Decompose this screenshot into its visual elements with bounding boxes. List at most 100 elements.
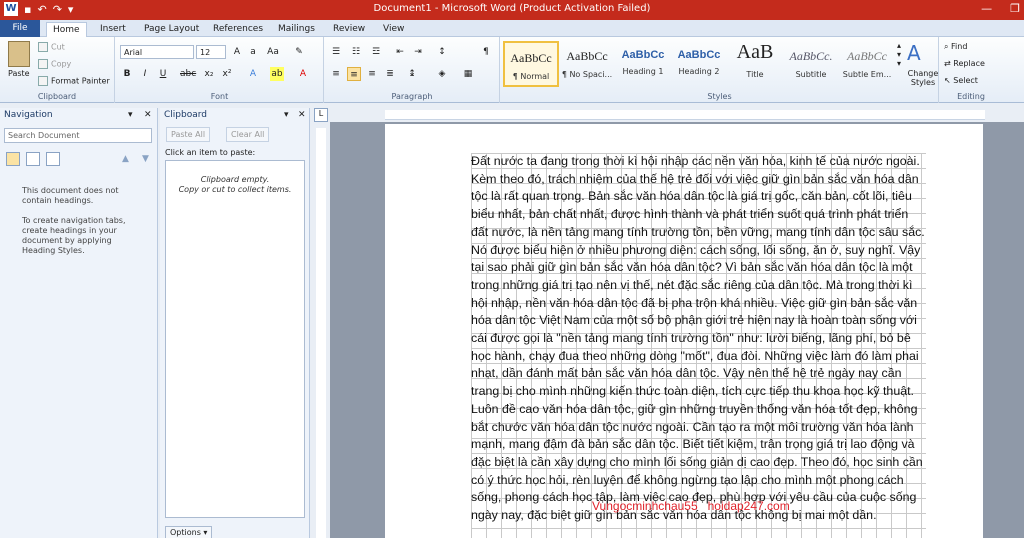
pages-view-icon[interactable] xyxy=(26,152,40,166)
tab-file[interactable]: File xyxy=(0,20,40,37)
italic-button[interactable]: I xyxy=(138,67,152,81)
paste-button[interactable]: Paste xyxy=(8,69,30,78)
font-size-box[interactable]: 12 xyxy=(196,45,226,59)
subscript-button[interactable]: x₂ xyxy=(202,67,216,81)
clipboard-group: Paste Cut Copy Format Painter Clipboard xyxy=(0,37,115,103)
show-marks-button[interactable]: ¶ xyxy=(479,45,493,59)
increase-indent-button[interactable]: ⇥ xyxy=(411,45,425,59)
align-left-button[interactable]: ≡ xyxy=(329,67,343,81)
style-no-spacing[interactable]: AaBbCc ¶ No Spaci... xyxy=(559,41,615,87)
line-spacing-button[interactable]: ↨ xyxy=(405,67,419,81)
style-sample: AaBbCc xyxy=(566,49,608,63)
close-icon[interactable]: ✕ xyxy=(298,110,306,120)
font-color-button[interactable]: A xyxy=(296,67,310,81)
options-button[interactable]: Options ▾ xyxy=(165,526,213,538)
style-heading-2[interactable]: AaBbCc Heading 2 xyxy=(671,41,727,87)
style-name: Title xyxy=(746,70,764,79)
align-right-button[interactable]: ≡ xyxy=(365,67,379,81)
clear-formatting-button[interactable]: ✎ xyxy=(292,45,306,59)
navigation-view-tabs xyxy=(6,152,60,166)
close-icon[interactable]: ✕ xyxy=(144,110,152,120)
clear-all-button[interactable]: Clear All xyxy=(226,127,270,142)
tab-page-layout[interactable]: Page Layout xyxy=(138,22,205,37)
select-button[interactable]: ↖ Select xyxy=(944,76,978,85)
window-title: Document1 - Microsoft Word (Product Acti… xyxy=(373,3,651,14)
change-styles-icon[interactable]: A xyxy=(907,41,921,65)
change-styles-button[interactable]: Change Styles xyxy=(906,69,940,87)
click-to-paste-label: Click an item to paste: xyxy=(165,148,256,157)
minimize-button[interactable]: — xyxy=(981,2,992,15)
tab-mailings[interactable]: Mailings xyxy=(272,22,321,37)
cut-label: Cut xyxy=(51,42,65,52)
find-label: Find xyxy=(951,42,968,51)
bullets-button[interactable]: ☰ xyxy=(329,45,343,59)
headings-view-icon[interactable] xyxy=(6,152,20,166)
style-title[interactable]: AaB Title xyxy=(727,41,783,87)
format-painter-button[interactable]: Format Painter xyxy=(38,76,110,86)
underline-button[interactable]: U xyxy=(156,67,170,81)
replace-button[interactable]: ⇄ Replace xyxy=(944,59,985,68)
font-name-box[interactable]: Arial xyxy=(120,45,194,59)
headings-help-message: To create navigation tabs, create headin… xyxy=(22,216,126,255)
watermark-text: Vungocminhchau55 hoidap247.com xyxy=(592,499,790,513)
find-button[interactable]: ⌕ Find xyxy=(944,42,967,52)
justify-button[interactable]: ≣ xyxy=(383,67,397,81)
style-sample: AaBbCc xyxy=(621,49,665,61)
paste-icon[interactable] xyxy=(8,41,30,67)
tab-insert[interactable]: Insert xyxy=(94,22,132,37)
brush-icon xyxy=(38,76,48,86)
restore-button[interactable]: ❐ xyxy=(1010,2,1020,15)
clipboard-pane: Clipboard ▾ ✕ Paste All Clear All Click … xyxy=(160,108,310,538)
window-controls: — ❐ xyxy=(981,2,1020,15)
style-name: Heading 1 xyxy=(622,67,664,76)
format-painter-label: Format Painter xyxy=(51,76,110,86)
scissors-icon xyxy=(38,42,48,52)
shading-button[interactable]: ◈ xyxy=(435,67,449,81)
previous-icon[interactable]: ▲ xyxy=(122,154,129,164)
grow-font-button[interactable]: A xyxy=(230,45,244,59)
font-group-label: Font xyxy=(210,92,229,101)
copy-icon xyxy=(38,59,48,69)
bold-button[interactable]: B xyxy=(120,67,134,81)
search-input[interactable]: Search Document xyxy=(4,128,152,143)
cut-button[interactable]: Cut xyxy=(38,42,65,52)
tab-review[interactable]: Review xyxy=(327,22,371,37)
tab-home[interactable]: Home xyxy=(46,22,87,37)
style-normal[interactable]: AaBbCc ¶ Normal xyxy=(503,41,559,87)
align-center-button[interactable]: ≡ xyxy=(347,67,361,81)
styles-gallery-scroll[interactable]: ▴ ▾ ▾ xyxy=(897,41,901,68)
borders-button[interactable]: ▦ xyxy=(461,67,475,81)
tab-view[interactable]: View xyxy=(377,22,410,37)
style-subtitle[interactable]: AaBbCc. Subtitle xyxy=(783,41,839,87)
document-body-text[interactable]: Đất nước ta đang trong thời kì hội nhập … xyxy=(471,153,928,525)
ruler-tab-selector[interactable]: L xyxy=(314,108,328,122)
style-name: ¶ No Spaci... xyxy=(561,70,613,79)
style-heading-1[interactable]: AaBbCc Heading 1 xyxy=(615,41,671,87)
style-name: ¶ Normal xyxy=(512,72,550,81)
pane-menu-icon[interactable]: ▾ xyxy=(284,110,289,120)
vertical-ruler[interactable] xyxy=(316,128,326,538)
numbering-button[interactable]: ☷ xyxy=(349,45,363,59)
sort-button[interactable]: ↕ xyxy=(435,45,449,59)
editing-group: ⌕ Find ⇄ Replace ↖ Select Editing xyxy=(940,37,1002,103)
strikethrough-button[interactable]: abc xyxy=(180,67,196,81)
clipboard-empty-message: Clipboard empty. Copy or cut to collect … xyxy=(166,175,304,195)
decrease-indent-button[interactable]: ⇤ xyxy=(393,45,407,59)
shrink-font-button[interactable]: a xyxy=(246,45,260,59)
superscript-button[interactable]: x² xyxy=(220,67,234,81)
highlight-button[interactable]: ab xyxy=(270,67,284,81)
paste-all-button[interactable]: Paste All xyxy=(166,127,211,142)
pane-menu-icon[interactable]: ▾ xyxy=(128,110,133,120)
paragraph-group-label: Paragraph xyxy=(391,92,433,101)
style-subtle-emphasis[interactable]: AaBbCc Subtle Em... xyxy=(839,41,895,87)
results-view-icon[interactable] xyxy=(46,152,60,166)
no-headings-message: This document does not contain headings. xyxy=(22,186,119,205)
text-effects-button[interactable]: A xyxy=(246,67,260,81)
clipboard-empty-hint: Copy or cut to collect items. xyxy=(178,185,292,194)
change-case-button[interactable]: Aa xyxy=(266,45,280,59)
copy-button[interactable]: Copy xyxy=(38,59,71,69)
tab-references[interactable]: References xyxy=(207,22,269,37)
next-icon[interactable]: ▼ xyxy=(142,154,149,164)
horizontal-ruler[interactable] xyxy=(385,110,985,120)
multilevel-list-button[interactable]: ☲ xyxy=(369,45,383,59)
